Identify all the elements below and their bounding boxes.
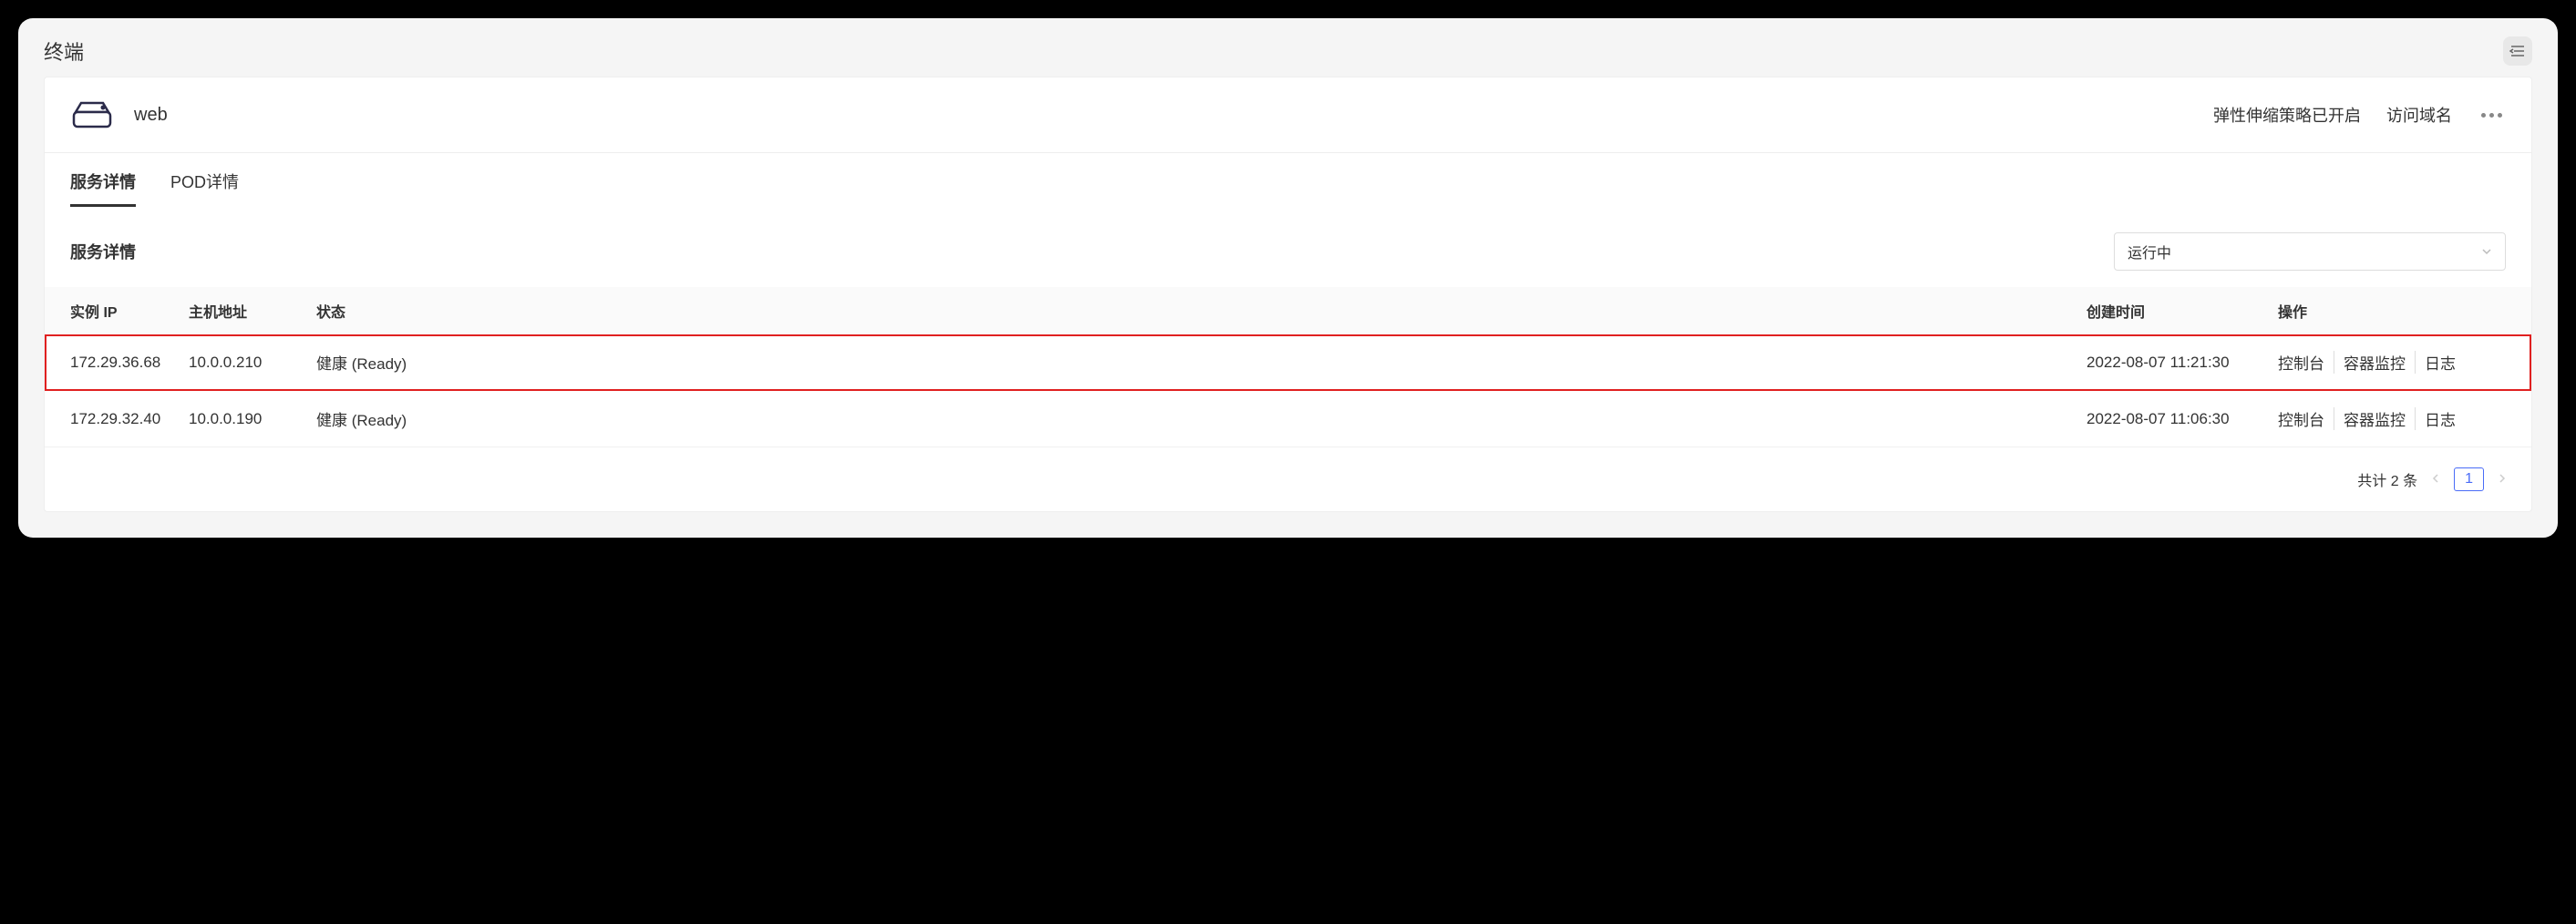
- panel-header: 终端: [18, 18, 2558, 77]
- cell-ip: 172.29.36.68: [70, 354, 189, 372]
- table-header: 实例 IP 主机地址 状态 创建时间 操作: [45, 287, 2531, 334]
- dot-icon: [2498, 113, 2502, 118]
- card-header: web 弹性伸缩策略已开启 访问域名: [45, 77, 2531, 153]
- tabs: 服务详情 POD详情: [45, 153, 2531, 207]
- cell-host: 10.0.0.190: [189, 410, 316, 428]
- more-menu[interactable]: [2478, 109, 2506, 121]
- cell-status: 健康 (Ready): [316, 407, 2087, 430]
- server-icon: [70, 98, 114, 132]
- service-card: web 弹性伸缩策略已开启 访问域名 服务详情 POD详情 服务详情 运行中: [44, 77, 2532, 512]
- cell-actions: 控制台 容器监控 日志: [2278, 351, 2506, 374]
- card-header-left: web: [70, 98, 168, 132]
- monitor-link[interactable]: 容器监控: [2334, 351, 2416, 374]
- service-name: web: [134, 105, 168, 126]
- cell-host: 10.0.0.210: [189, 354, 316, 372]
- pagination: 共计 2 条 1: [45, 447, 2531, 511]
- col-instance-ip: 实例 IP: [70, 300, 189, 322]
- panel-title: 终端: [44, 36, 84, 66]
- table-row: 172.29.32.40 10.0.0.190 健康 (Ready) 2022-…: [45, 391, 2531, 447]
- monitor-link[interactable]: 容器监控: [2334, 407, 2416, 430]
- tab-service-detail[interactable]: 服务详情: [70, 169, 136, 207]
- collapse-icon: [2509, 45, 2526, 57]
- dot-icon: [2481, 113, 2486, 118]
- select-value: 运行中: [2128, 241, 2171, 262]
- cell-created: 2022-08-07 11:06:30: [2087, 410, 2278, 428]
- section-title: 服务详情: [70, 240, 136, 263]
- page-number[interactable]: 1: [2454, 467, 2484, 491]
- console-link[interactable]: 控制台: [2278, 351, 2334, 374]
- cell-actions: 控制台 容器监控 日志: [2278, 407, 2506, 430]
- prev-page[interactable]: [2432, 472, 2439, 487]
- col-created: 创建时间: [2087, 300, 2278, 322]
- logs-link[interactable]: 日志: [2416, 407, 2465, 430]
- tab-pod-detail[interactable]: POD详情: [170, 169, 239, 207]
- table-row: 172.29.36.68 10.0.0.210 健康 (Ready) 2022-…: [45, 334, 2531, 391]
- col-actions: 操作: [2278, 300, 2506, 322]
- cell-status: 健康 (Ready): [316, 351, 2087, 374]
- logs-link[interactable]: 日志: [2416, 351, 2465, 374]
- section-header: 服务详情 运行中: [45, 207, 2531, 287]
- cell-created: 2022-08-07 11:21:30: [2087, 354, 2278, 372]
- cell-ip: 172.29.32.40: [70, 410, 189, 428]
- col-status: 状态: [316, 300, 2087, 322]
- autoscale-status: 弹性伸缩策略已开启: [2213, 103, 2361, 127]
- console-link[interactable]: 控制台: [2278, 407, 2334, 430]
- next-page[interactable]: [2499, 472, 2506, 487]
- instances-table: 实例 IP 主机地址 状态 创建时间 操作 172.29.36.68 10.0.…: [45, 287, 2531, 447]
- dot-icon: [2489, 113, 2494, 118]
- total-count: 共计 2 条: [2357, 468, 2417, 490]
- terminal-panel: 终端 web 弹性伸缩策略已开启 访问域名: [18, 18, 2558, 538]
- collapse-toggle[interactable]: [2503, 36, 2532, 66]
- col-host: 主机地址: [189, 300, 316, 322]
- chevron-down-icon: [2481, 243, 2492, 260]
- domain-link[interactable]: 访问域名: [2386, 103, 2452, 127]
- card-header-right: 弹性伸缩策略已开启 访问域名: [2213, 103, 2506, 127]
- status-filter-select[interactable]: 运行中: [2114, 232, 2506, 271]
